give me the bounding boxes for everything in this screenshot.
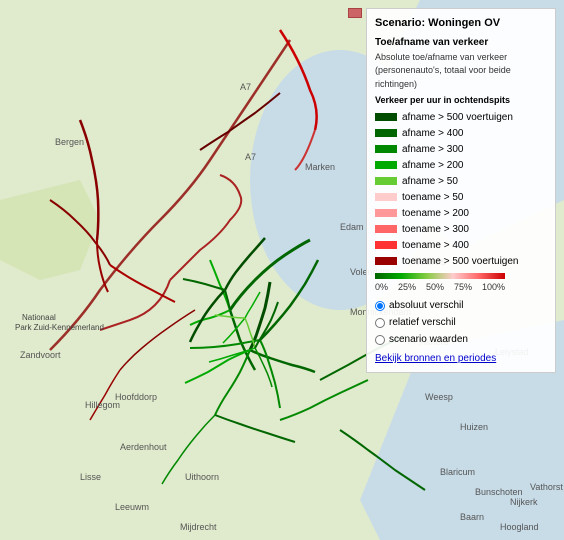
legend-description: Absolute toe/afname van verkeer (persone… [375,51,547,92]
progress-bar-container [375,273,547,279]
svg-text:Huizen: Huizen [460,422,488,432]
radio-label-1: relatief verschil [389,315,456,330]
legend-item-0: afname > 500 voertuigen [375,110,547,125]
radio-item-0: absoluut verschil [375,298,547,313]
svg-text:Aerdenhout: Aerdenhout [120,442,167,452]
legend-item-2: afname > 300 [375,142,547,157]
svg-text:Uithoorn: Uithoorn [185,472,219,482]
legend-color-swatch-1 [375,129,397,137]
legend-item-label-0: afname > 500 voertuigen [402,110,513,125]
radio-label-0: absoluut verschil [389,298,463,313]
radio-item-1: relatief verschil [375,315,547,330]
svg-text:Bunschoten: Bunschoten [475,487,523,497]
legend-item-label-4: afname > 50 [402,174,458,189]
minimize-button[interactable] [348,8,362,18]
legend-item-label-2: afname > 300 [402,142,463,157]
svg-text:Vathorst: Vathorst [530,482,563,492]
legend-item-4: afname > 50 [375,174,547,189]
legend-color-swatch-4 [375,177,397,185]
radio-input-2[interactable] [375,335,385,345]
svg-text:Marken: Marken [305,162,335,172]
radio-input-1[interactable] [375,318,385,328]
legend-item-7: toename > 300 [375,222,547,237]
legend-item-1: afname > 400 [375,126,547,141]
legend-color-swatch-6 [375,209,397,217]
map-container: Bergen Nationaal Park Zuid-Kennemerland … [0,0,564,540]
legend-item-label-7: toename > 300 [402,222,469,237]
svg-text:Weesp: Weesp [425,392,453,402]
sources-link[interactable]: Bekijk bronnen en periodes [375,351,496,366]
svg-text:Bergen: Bergen [55,137,84,147]
legend-item-3: afname > 200 [375,158,547,173]
legend-item-label-1: afname > 400 [402,126,463,141]
legend-item-5: toename > 50 [375,190,547,205]
radio-item-2: scenario waarden [375,332,547,347]
legend-item-8: toename > 400 [375,238,547,253]
legend-items: afname > 500 voertuigenafname > 400afnam… [375,110,547,269]
legend-item-6: toename > 200 [375,206,547,221]
svg-text:A7: A7 [240,82,251,92]
svg-text:Mijdrecht: Mijdrecht [180,522,217,532]
scenario-title: Scenario: Woningen OV [375,15,547,32]
legend-color-swatch-9 [375,257,397,265]
radio-label-2: scenario waarden [389,332,468,347]
legend-item-label-8: toename > 400 [402,238,469,253]
svg-text:Blaricum: Blaricum [440,467,475,477]
legend-item-label-3: afname > 200 [402,158,463,173]
svg-text:Nijkerk: Nijkerk [510,497,538,507]
legend-color-swatch-0 [375,113,397,121]
svg-text:Lisse: Lisse [80,472,101,482]
radio-items: absoluut verschil relatief verschil scenar… [375,298,547,347]
legend-color-swatch-7 [375,225,397,233]
svg-text:A7: A7 [245,152,256,162]
legend-item-label-5: toename > 50 [402,190,463,205]
svg-text:Nationaal: Nationaal [22,313,56,322]
legend-section-title: Toe/afname van verkeer [375,35,547,50]
legend-color-swatch-5 [375,193,397,201]
legend-color-swatch-3 [375,161,397,169]
svg-text:Hoofddorp: Hoofddorp [115,392,157,402]
svg-text:Edam: Edam [340,222,364,232]
progress-bar [375,273,505,279]
radio-input-0[interactable] [375,301,385,311]
svg-text:Leeuwm: Leeuwm [115,502,149,512]
legend-item-label-6: toename > 200 [402,206,469,221]
legend-item-label-9: toename > 500 voertuigen [402,254,518,269]
legend-item-9: toename > 500 voertuigen [375,254,547,269]
legend-color-swatch-8 [375,241,397,249]
svg-text:Park Zuid-Kennemerland: Park Zuid-Kennemerland [15,323,104,332]
svg-text:Zandvoort: Zandvoort [20,350,61,360]
svg-text:Baarn: Baarn [460,512,484,522]
legend-color-swatch-2 [375,145,397,153]
legend-subsection: Verkeer per uur in ochtendspits [375,94,547,108]
legend-panel: Scenario: Woningen OV Toe/afname van ver… [366,8,556,373]
radio-group: absoluut verschil relatief verschil scenar… [375,298,547,347]
svg-text:Hoogland: Hoogland [500,522,539,532]
progress-labels: 0% 25% 50% 75% 100% [375,281,505,295]
